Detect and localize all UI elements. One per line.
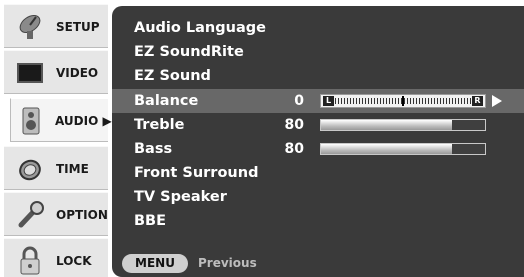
- balance-value: 0: [294, 93, 304, 109]
- menu-item-label: TV Speaker: [134, 189, 227, 205]
- menu-item-label: Audio Language: [134, 20, 266, 36]
- tab-audio-label: AUDIO ▶: [55, 114, 112, 128]
- menu-item-ez-soundrite[interactable]: EZ SoundRite: [112, 40, 524, 64]
- balance-right-tag: R: [472, 96, 483, 106]
- menu-item-label: EZ Sound: [134, 68, 211, 84]
- tab-audio[interactable]: AUDIO ▶: [10, 98, 112, 142]
- tab-option-label: OPTION: [56, 208, 108, 222]
- footer-hint-bar: MENU Previous: [112, 251, 524, 277]
- menu-item-bbe[interactable]: BBE: [112, 209, 524, 233]
- balance-marker: [402, 96, 404, 106]
- menu-tab-column: SETUP VIDEO AUDIO ▶ TIME OPTION LOCK: [0, 0, 112, 277]
- tab-option[interactable]: OPTION: [4, 192, 108, 236]
- wrench-icon: [18, 201, 44, 228]
- menu-item-tv-speaker[interactable]: TV Speaker: [112, 185, 524, 209]
- tab-video-label: VIDEO: [56, 66, 99, 80]
- menu-item-bass[interactable]: Bass 80: [112, 137, 524, 161]
- menu-item-label: BBE: [134, 213, 167, 229]
- menu-item-label: Balance: [134, 93, 199, 109]
- tab-setup[interactable]: SETUP: [4, 4, 108, 48]
- tab-lock[interactable]: LOCK: [4, 238, 108, 277]
- balance-slider[interactable]: L R: [320, 94, 486, 108]
- menu-item-ez-sound[interactable]: EZ Sound: [112, 64, 524, 88]
- tab-video[interactable]: VIDEO: [4, 50, 108, 94]
- tab-lock-label: LOCK: [56, 254, 92, 268]
- menu-button[interactable]: MENU: [122, 254, 188, 273]
- bass-value: 80: [284, 141, 304, 157]
- treble-value: 80: [284, 117, 304, 133]
- menu-item-balance[interactable]: Balance 0 L R: [112, 89, 524, 113]
- padlock-icon: [20, 246, 40, 275]
- previous-hint: Previous: [198, 256, 257, 270]
- bass-level-fill: [321, 144, 453, 154]
- menu-item-audio-language[interactable]: Audio Language: [112, 16, 524, 40]
- tab-time-label: TIME: [56, 162, 89, 176]
- arrow-right-icon[interactable]: [492, 95, 502, 107]
- menu-item-treble[interactable]: Treble 80: [112, 113, 524, 137]
- menu-item-label: Treble: [134, 117, 185, 133]
- balance-left-tag: L: [323, 96, 334, 106]
- treble-level-bar[interactable]: [320, 119, 486, 131]
- satellite-dish-icon: [19, 14, 41, 39]
- bass-level-bar[interactable]: [320, 143, 486, 155]
- speaker-icon: [22, 107, 40, 135]
- menu-item-label: Front Surround: [134, 165, 259, 181]
- clock-icon: [19, 159, 41, 181]
- menu-item-label: Bass: [134, 141, 173, 157]
- monitor-icon: [17, 63, 43, 83]
- treble-level-fill: [321, 120, 453, 130]
- tab-setup-label: SETUP: [56, 20, 100, 34]
- tab-time[interactable]: TIME: [4, 146, 108, 190]
- audio-menu-panel: Audio Language EZ SoundRite EZ Sound Bal…: [112, 6, 524, 277]
- menu-item-label: EZ SoundRite: [134, 44, 244, 60]
- menu-item-front-surround[interactable]: Front Surround: [112, 161, 524, 185]
